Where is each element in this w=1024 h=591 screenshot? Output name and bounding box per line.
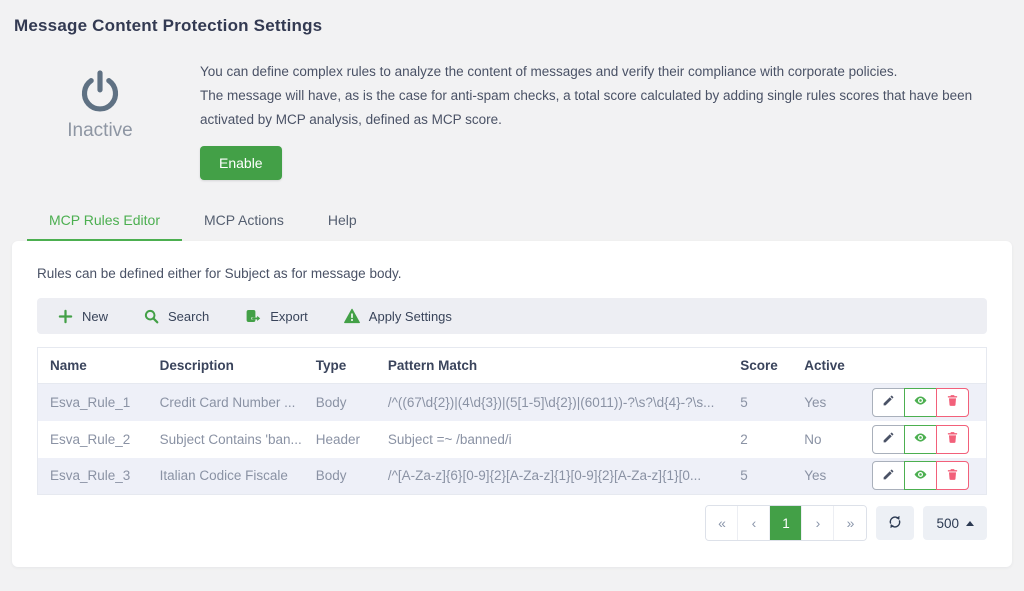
cell-pattern: /^[A-Za-z]{6}[0-9]{2}[A-Za-z]{1}[0-9]{2}… <box>375 457 729 495</box>
cell-actions <box>860 421 986 458</box>
trash-icon <box>946 431 959 447</box>
cell-description: Italian Codice Fiscale <box>147 457 304 495</box>
refresh-icon <box>887 514 903 533</box>
table-row: Esva_Rule_3 Italian Codice Fiscale Body … <box>37 457 987 495</box>
row-action-group <box>872 461 970 491</box>
last-page-button[interactable]: » <box>834 506 867 540</box>
search-icon <box>144 309 159 324</box>
row-action-group <box>872 424 970 454</box>
view-button[interactable] <box>904 461 938 491</box>
delete-button[interactable] <box>936 387 970 417</box>
apply-settings-button[interactable]: Apply Settings <box>343 308 452 324</box>
cell-description: Subject Contains 'ban... <box>159 431 302 447</box>
cell-score: 2 <box>740 431 748 447</box>
column-header-active: Active <box>792 347 861 384</box>
rules-table: Name Description Type Pattern Match Scor… <box>37 347 987 495</box>
cell-actions <box>860 383 987 421</box>
search-button[interactable]: Search <box>144 309 209 324</box>
eye-icon <box>913 393 928 411</box>
pagination-bar: « ‹ 1 › » 500 <box>37 505 987 541</box>
intro-line-1: You can define complex rules to analyze … <box>200 64 898 79</box>
column-header-pattern: Pattern Match <box>375 347 729 384</box>
trash-icon <box>946 468 959 484</box>
table-row: Esva_Rule_1 Credit Card Number ... Body … <box>37 383 987 421</box>
warning-triangle-icon <box>343 308 360 324</box>
tab-mcp-actions[interactable]: MCP Actions <box>182 204 306 241</box>
cell-description: Credit Card Number ... <box>147 383 304 421</box>
column-header-score: Score <box>728 347 793 384</box>
power-icon <box>77 68 123 114</box>
view-button[interactable] <box>904 387 938 417</box>
caret-up-icon <box>966 520 974 526</box>
next-page-button[interactable]: › <box>802 506 835 540</box>
column-header-type: Type <box>303 347 376 384</box>
cell-type: Header <box>315 431 361 447</box>
column-header-name: Name <box>37 347 148 384</box>
pencil-icon <box>882 431 895 447</box>
cell-active: Yes <box>792 383 861 421</box>
row-action-group <box>872 387 970 417</box>
delete-button[interactable] <box>936 424 970 454</box>
cell-actions <box>860 457 987 495</box>
cell-name: Esva_Rule_3 <box>37 457 148 495</box>
plus-icon <box>58 309 73 324</box>
intro-description: You can define complex rules to analyze … <box>200 60 994 132</box>
edit-button[interactable] <box>872 424 906 454</box>
page-size-value: 500 <box>936 515 959 531</box>
current-page-button[interactable]: 1 <box>770 506 803 540</box>
intro-main: You can define complex rules to analyze … <box>200 60 1024 180</box>
edit-button[interactable] <box>872 387 906 417</box>
cell-name: Esva_Rule_1 <box>37 383 148 421</box>
new-button-label: New <box>82 308 109 324</box>
page-size-dropdown[interactable]: 500 <box>923 506 987 540</box>
delete-button[interactable] <box>936 461 970 491</box>
status-label: Inactive <box>67 120 133 141</box>
cell-active: No <box>804 431 822 447</box>
cell-score: 5 <box>728 383 793 421</box>
cell-active: Yes <box>792 457 861 495</box>
tab-bar: MCP Rules Editor MCP Actions Help <box>27 204 1024 241</box>
page-title: Message Content Protection Settings <box>14 16 323 35</box>
prev-page-button[interactable]: ‹ <box>738 506 771 540</box>
cell-pattern: /^((67\d{2})|(4\d{3})|(5[1-5]\d{2})|(601… <box>375 383 729 421</box>
cell-type: Body <box>303 383 376 421</box>
cell-pattern: Subject =~ /banned/i <box>387 431 512 447</box>
view-button[interactable] <box>904 424 938 454</box>
eye-icon <box>913 430 928 448</box>
rules-panel: Rules can be defined either for Subject … <box>12 241 1012 567</box>
search-button-label: Search <box>168 308 210 324</box>
tab-mcp-rules-editor[interactable]: MCP Rules Editor <box>27 204 183 241</box>
cell-name: Esva_Rule_2 <box>50 431 131 447</box>
rules-note: Rules can be defined either for Subject … <box>37 266 402 281</box>
pencil-icon <box>882 468 895 484</box>
column-header-actions <box>860 347 987 384</box>
edit-button[interactable] <box>872 461 906 491</box>
apply-settings-label: Apply Settings <box>368 308 452 324</box>
export-button-label: Export <box>270 308 308 324</box>
refresh-button[interactable] <box>876 506 915 540</box>
intro-section: Inactive You can define complex rules to… <box>0 60 1024 180</box>
table-header-row: Name Description Type Pattern Match Scor… <box>37 347 987 384</box>
new-button[interactable]: New <box>58 309 108 324</box>
column-header-description: Description <box>147 347 304 384</box>
pencil-icon <box>882 394 895 410</box>
trash-icon <box>946 394 959 410</box>
intro-line-2: The message will have, as is the case fo… <box>200 88 973 127</box>
eye-icon <box>913 467 928 485</box>
table-toolbar: New Search Export Apply Settings <box>37 298 987 334</box>
cell-type: Body <box>303 457 376 495</box>
first-page-button[interactable]: « <box>706 506 739 540</box>
table-row: Esva_Rule_2 Subject Contains 'ban... Hea… <box>38 421 987 458</box>
enable-button[interactable]: Enable <box>200 146 282 180</box>
mcp-status-block: Inactive <box>0 60 200 180</box>
cell-score: 5 <box>728 457 793 495</box>
pager-group: « ‹ 1 › » <box>705 505 868 541</box>
export-button[interactable]: Export <box>245 308 308 324</box>
tab-help[interactable]: Help <box>306 204 379 241</box>
export-icon <box>245 308 261 324</box>
